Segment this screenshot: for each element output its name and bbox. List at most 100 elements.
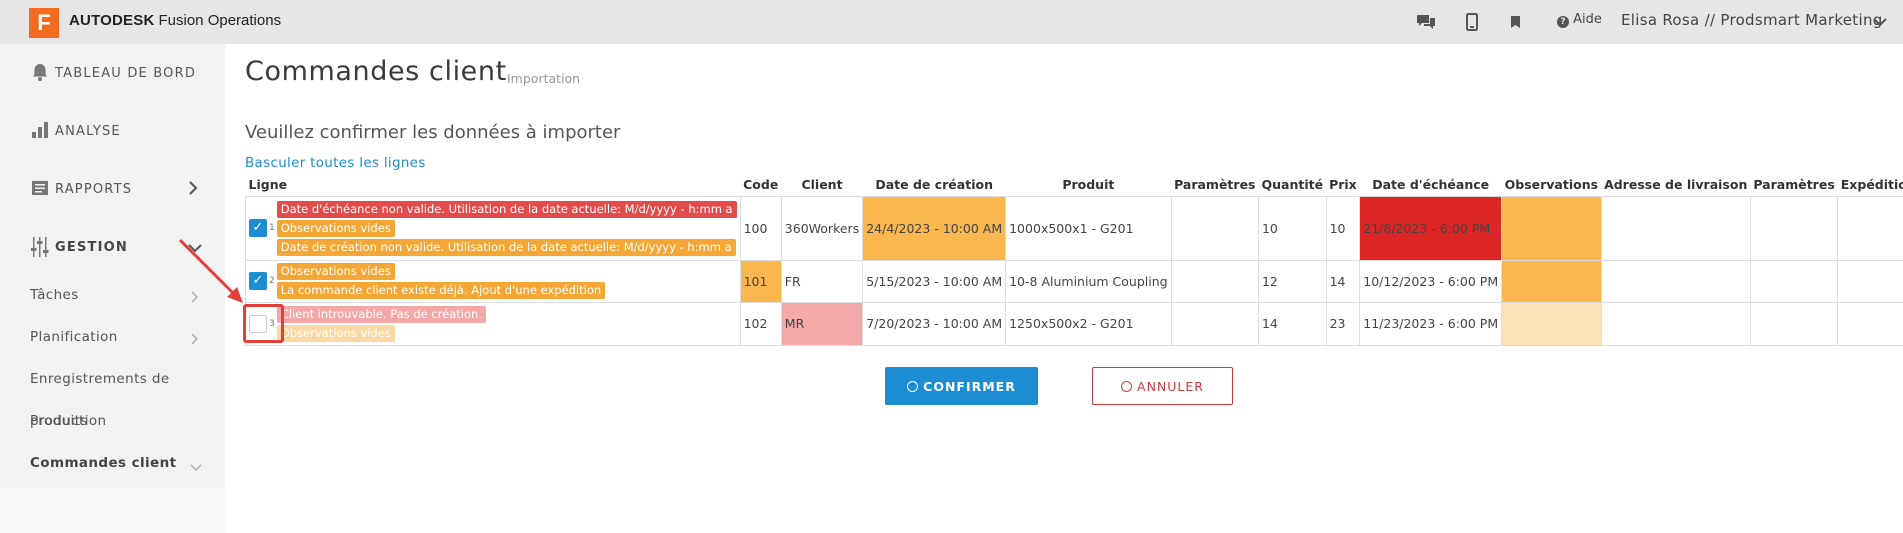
sidebar-subitem-production-records[interactable]: Enregistrements de <box>30 371 170 387</box>
help-icon: ? <box>1557 16 1569 28</box>
warning-message: Observations vides <box>277 325 395 342</box>
sidebar-subitem-active-bg <box>0 488 225 533</box>
col-header: Paramètres <box>1171 174 1258 196</box>
row-number: 1 <box>269 223 275 233</box>
row-number: 2 <box>269 276 275 286</box>
line-cell: ✓1 Date d'échéance non valide. Utilisati… <box>246 196 741 260</box>
created-date-cell: 24/4/2023 - 10:00 AM <box>863 196 1006 260</box>
shipping-cell <box>1838 302 1903 345</box>
price-cell: 14 <box>1326 260 1360 302</box>
sidebar-item-label: ANALYSE <box>55 124 121 139</box>
col-header: Client <box>781 174 862 196</box>
created-date-cell: 7/20/2023 - 10:00 AM <box>863 302 1006 345</box>
col-header: Observations <box>1502 174 1601 196</box>
quantity-cell: 14 <box>1258 302 1326 345</box>
quantity-cell: 10 <box>1258 196 1326 260</box>
product-cell: 10-8 Aluminium Coupling <box>1006 260 1171 302</box>
app-logo[interactable]: F <box>29 8 59 38</box>
row-messages: Client introuvable. Pas de création. Obs… <box>277 304 486 344</box>
mobile-icon[interactable] <box>1460 10 1484 34</box>
bell-icon <box>30 62 52 84</box>
sidebar-subitem-label: Produits <box>30 413 88 429</box>
line-cell: ✓2 Observations vides La commande client… <box>246 260 741 302</box>
quantity-cell: 12 <box>1258 260 1326 302</box>
error-message: Client introuvable. Pas de création. <box>277 306 486 323</box>
address-cell <box>1601 196 1750 260</box>
created-date-cell: 5/15/2023 - 10:00 AM <box>863 260 1006 302</box>
brand-name: AUTODESK <box>69 12 155 29</box>
annotation-arrow-icon <box>175 235 255 315</box>
chevron-right-icon <box>190 330 198 349</box>
due-date-cell: 10/12/2023 - 6:00 PM <box>1360 260 1502 302</box>
product-cell: 1000x500x1 - G201 <box>1006 196 1171 260</box>
client-cell: 360Workers <box>781 196 862 260</box>
cancel-button[interactable]: ANNULER <box>1092 367 1233 405</box>
sidebar-subitem-tasks[interactable]: Tâches <box>30 287 79 303</box>
code-cell: 101 <box>740 260 781 302</box>
col-header: Adresse de livraison <box>1601 174 1750 196</box>
chevron-down-icon <box>190 457 202 476</box>
due-date-cell: 21/8/2023 - 6:00 PM <box>1360 196 1502 260</box>
code-cell: 102 <box>740 302 781 345</box>
notes-cell <box>1502 302 1601 345</box>
chat-icon[interactable] <box>1414 10 1438 34</box>
shipping-cell <box>1838 260 1903 302</box>
check-circle-icon <box>907 381 918 392</box>
client-cell: MR <box>781 302 862 345</box>
bar-chart-icon <box>30 120 52 142</box>
sidebar-item-label: RAPPORTS <box>55 182 132 197</box>
cancel-circle-icon <box>1121 381 1132 392</box>
sidebar-item-reports[interactable]: RAPPORTS <box>0 160 225 218</box>
chevron-down-icon[interactable] <box>1873 12 1887 31</box>
warning-message: La commande client existe déjà. Ajout d'… <box>277 282 605 299</box>
col-header: Quantité <box>1258 174 1326 196</box>
table-header-row: Ligne Code Client Date de création Produ… <box>246 174 1903 196</box>
col-header: Prix <box>1326 174 1360 196</box>
sidebar-item-dashboard[interactable]: TABLEAU DE BORD <box>0 44 225 102</box>
cancel-label: ANNULER <box>1137 379 1204 394</box>
product-cell: 1250x500x2 - G201 <box>1006 302 1171 345</box>
table-row: 3 Client introuvable. Pas de création. O… <box>246 302 1903 345</box>
document-icon <box>30 178 52 200</box>
user-menu[interactable]: Elisa Rosa // Prodsmart Marketing <box>1621 11 1883 29</box>
notes-cell <box>1502 196 1601 260</box>
client-cell: FR <box>781 260 862 302</box>
col-header: Date d'échéance <box>1360 174 1502 196</box>
params2-cell <box>1750 260 1837 302</box>
sidebar-subitem-sales-orders[interactable]: Commandes client <box>30 455 176 471</box>
help-link[interactable]: ? Aide <box>1557 12 1602 28</box>
line-cell: 3 Client introuvable. Pas de création. O… <box>246 302 741 345</box>
price-cell: 23 <box>1326 302 1360 345</box>
params-cell <box>1171 260 1258 302</box>
code-cell: 100 <box>740 196 781 260</box>
sidebar-subitem-label: Enregistrements de <box>30 371 170 387</box>
col-header: Ligne <box>246 174 741 196</box>
table-row: ✓1 Date d'échéance non valide. Utilisati… <box>246 196 1903 260</box>
help-label: Aide <box>1573 12 1602 27</box>
params2-cell <box>1750 196 1837 260</box>
warning-message: Observations vides <box>277 220 395 237</box>
notes-cell <box>1502 260 1601 302</box>
shipping-cell <box>1838 196 1903 260</box>
bookmark-icon[interactable] <box>1503 10 1527 34</box>
col-header: Code <box>740 174 781 196</box>
due-date-cell: 11/23/2023 - 6:00 PM <box>1360 302 1502 345</box>
sidebar-subitem-planning[interactable]: Planification <box>30 329 118 345</box>
error-message: Date d'échéance non valide. Utilisation … <box>277 201 737 218</box>
params-cell <box>1171 196 1258 260</box>
sidebar-item-label: TABLEAU DE BORD <box>55 66 196 81</box>
toggle-all-rows-link[interactable]: Basculer toutes les lignes <box>245 155 426 171</box>
col-header: Expédition <box>1838 174 1903 196</box>
table-row: ✓2 Observations vides La commande client… <box>246 260 1903 302</box>
sidebar-item-label: GESTION <box>55 240 128 255</box>
sidebar-item-analytics[interactable]: ANALYSE <box>0 102 225 160</box>
page-subtitle: Importation <box>507 71 580 86</box>
col-header: Date de création <box>863 174 1006 196</box>
address-cell <box>1601 302 1750 345</box>
price-cell: 10 <box>1326 196 1360 260</box>
sidebar-subitem-label: Planification <box>30 329 118 345</box>
sidebar-subitem-products[interactable]: Produits <box>30 413 88 429</box>
warning-message: Date de création non valide. Utilisation… <box>277 239 736 256</box>
address-cell <box>1601 260 1750 302</box>
confirm-button[interactable]: CONFIRMER <box>885 367 1038 405</box>
